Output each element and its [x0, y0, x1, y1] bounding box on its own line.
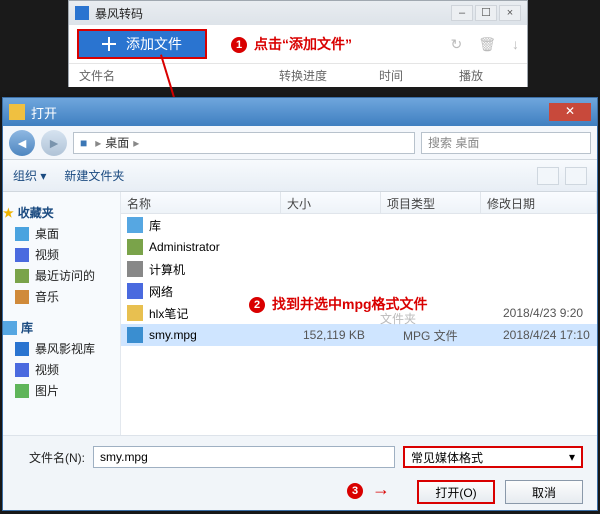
sidebar-item-recent[interactable]: 最近访问的 [3, 265, 120, 286]
path-root-icon: ■ [80, 136, 87, 150]
file-date: 2018/4/23 9:20 [503, 306, 597, 320]
sidebar-item-lib-pictures[interactable]: 图片 [3, 380, 120, 401]
sidebar-libraries-header[interactable]: 库 [3, 319, 120, 336]
file-icon [127, 261, 143, 277]
dialog-navbar: ◄ ► ■ ▸ 桌面 ▸ 搜索 桌面 [3, 126, 597, 160]
star-icon: ★ [3, 206, 14, 220]
sidebar-item-desktop[interactable]: 桌面 [3, 223, 120, 244]
dialog-icon [9, 104, 25, 120]
file-icon [127, 217, 143, 233]
cancel-button[interactable]: 取消 [505, 480, 583, 504]
file-row[interactable]: smy.mpg152,119 KBMPG 文件2018/4/24 17:10 [121, 324, 597, 346]
plus-icon [102, 37, 116, 51]
col-date[interactable]: 修改日期 [481, 192, 597, 213]
annotation-badge-3: 3 [347, 483, 363, 499]
sidebar-item-stormlib[interactable]: 暴风影视库 [3, 338, 120, 359]
add-file-label: 添加文件 [126, 34, 182, 54]
col-size[interactable]: 大小 [281, 192, 381, 213]
file-name: 计算机 [149, 261, 303, 278]
app-title: 暴风转码 [95, 5, 143, 22]
file-column-headers: 名称 大小 项目类型 修改日期 [121, 192, 597, 214]
annotation-arrow-3: → [372, 479, 390, 500]
file-icon [127, 283, 143, 299]
col-type[interactable]: 项目类型 [381, 192, 481, 213]
file-name: smy.mpg [149, 328, 303, 342]
annotation-text-1: 点击“添加文件” [254, 34, 352, 54]
refresh-icon[interactable]: ↻ [450, 36, 462, 53]
minimize-button[interactable]: – [451, 5, 473, 21]
open-button[interactable]: 打开(O) [417, 480, 495, 504]
add-file-button[interactable]: 添加文件 [77, 29, 207, 59]
file-type: MPG 文件 [403, 327, 503, 344]
col-name[interactable]: 名称 [121, 192, 281, 213]
nav-path[interactable]: ■ ▸ 桌面 ▸ [73, 132, 415, 154]
dialog-toolbar: 组织 ▾ 新建文件夹 [3, 160, 597, 192]
col-play: 播放 [449, 67, 509, 84]
maximize-button[interactable]: ☐ [475, 5, 497, 21]
col-progress: 转换进度 [269, 67, 369, 84]
nav-forward-button[interactable]: ► [41, 130, 67, 156]
download-icon[interactable]: ↓ [512, 36, 519, 53]
view-mode-button[interactable] [537, 167, 559, 185]
dialog-title: 打开 [31, 103, 57, 122]
transcoder-titlebar: 暴风转码 – ☐ × [69, 1, 527, 25]
new-folder-button[interactable]: 新建文件夹 [64, 167, 124, 184]
annotation-badge-1: 1 [231, 37, 247, 53]
file-type-filter[interactable]: 常见媒体格式 ▾ [403, 446, 583, 468]
file-date: 2018/4/24 17:10 [503, 328, 597, 342]
close-button[interactable]: × [499, 5, 521, 21]
trash-icon[interactable]: 🗑 [478, 36, 496, 53]
chevron-down-icon: ▾ [569, 450, 575, 464]
dialog-close-button[interactable]: ✕ [549, 103, 591, 121]
filter-label: 常见媒体格式 [411, 449, 483, 466]
path-location: 桌面 [105, 134, 129, 151]
sidebar-item-music[interactable]: 音乐 [3, 286, 120, 307]
file-icon [127, 327, 143, 343]
library-icon [3, 321, 17, 335]
annotation-badge-2: 2 [249, 297, 265, 313]
file-row[interactable]: Administrator [121, 236, 597, 258]
app-icon [75, 6, 89, 20]
help-button[interactable] [565, 167, 587, 185]
folder-type-shadow: 文件夹 [380, 310, 416, 327]
dialog-sidebar: ★ 收藏夹 桌面 视频 最近访问的 音乐 库 暴风影视库 视频 图片 [3, 192, 121, 435]
path-sep: ▸ [133, 136, 139, 150]
path-sep: ▸ [95, 136, 101, 150]
dialog-footer: 文件名(N): 常见媒体格式 ▾ 打开(O) 取消 [3, 435, 597, 510]
file-row[interactable]: 库 [121, 214, 597, 236]
nav-back-button[interactable]: ◄ [9, 130, 35, 156]
file-size: 152,119 KB [303, 328, 403, 342]
dialog-titlebar: 打开 ✕ [3, 98, 597, 126]
file-icon [127, 239, 143, 255]
file-row[interactable]: 计算机 [121, 258, 597, 280]
sidebar-item-videos[interactable]: 视频 [3, 244, 120, 265]
col-time: 时间 [369, 67, 449, 84]
file-name: Administrator [149, 240, 303, 254]
file-name: 库 [149, 217, 303, 234]
nav-search-input[interactable]: 搜索 桌面 [421, 132, 591, 154]
sidebar-favorites-header[interactable]: ★ 收藏夹 [3, 204, 120, 221]
sidebar-item-lib-videos[interactable]: 视频 [3, 359, 120, 380]
transcoder-column-headers: 文件名 转换进度 时间 播放 [69, 63, 527, 87]
search-placeholder: 搜索 桌面 [428, 134, 479, 151]
filename-input[interactable] [93, 446, 395, 468]
organize-menu[interactable]: 组织 ▾ [13, 167, 46, 184]
file-icon [127, 305, 143, 321]
file-list: 库Administrator计算机网络hlx笔记2018/4/23 9:20sm… [121, 214, 597, 435]
filename-label: 文件名(N): [17, 449, 85, 466]
